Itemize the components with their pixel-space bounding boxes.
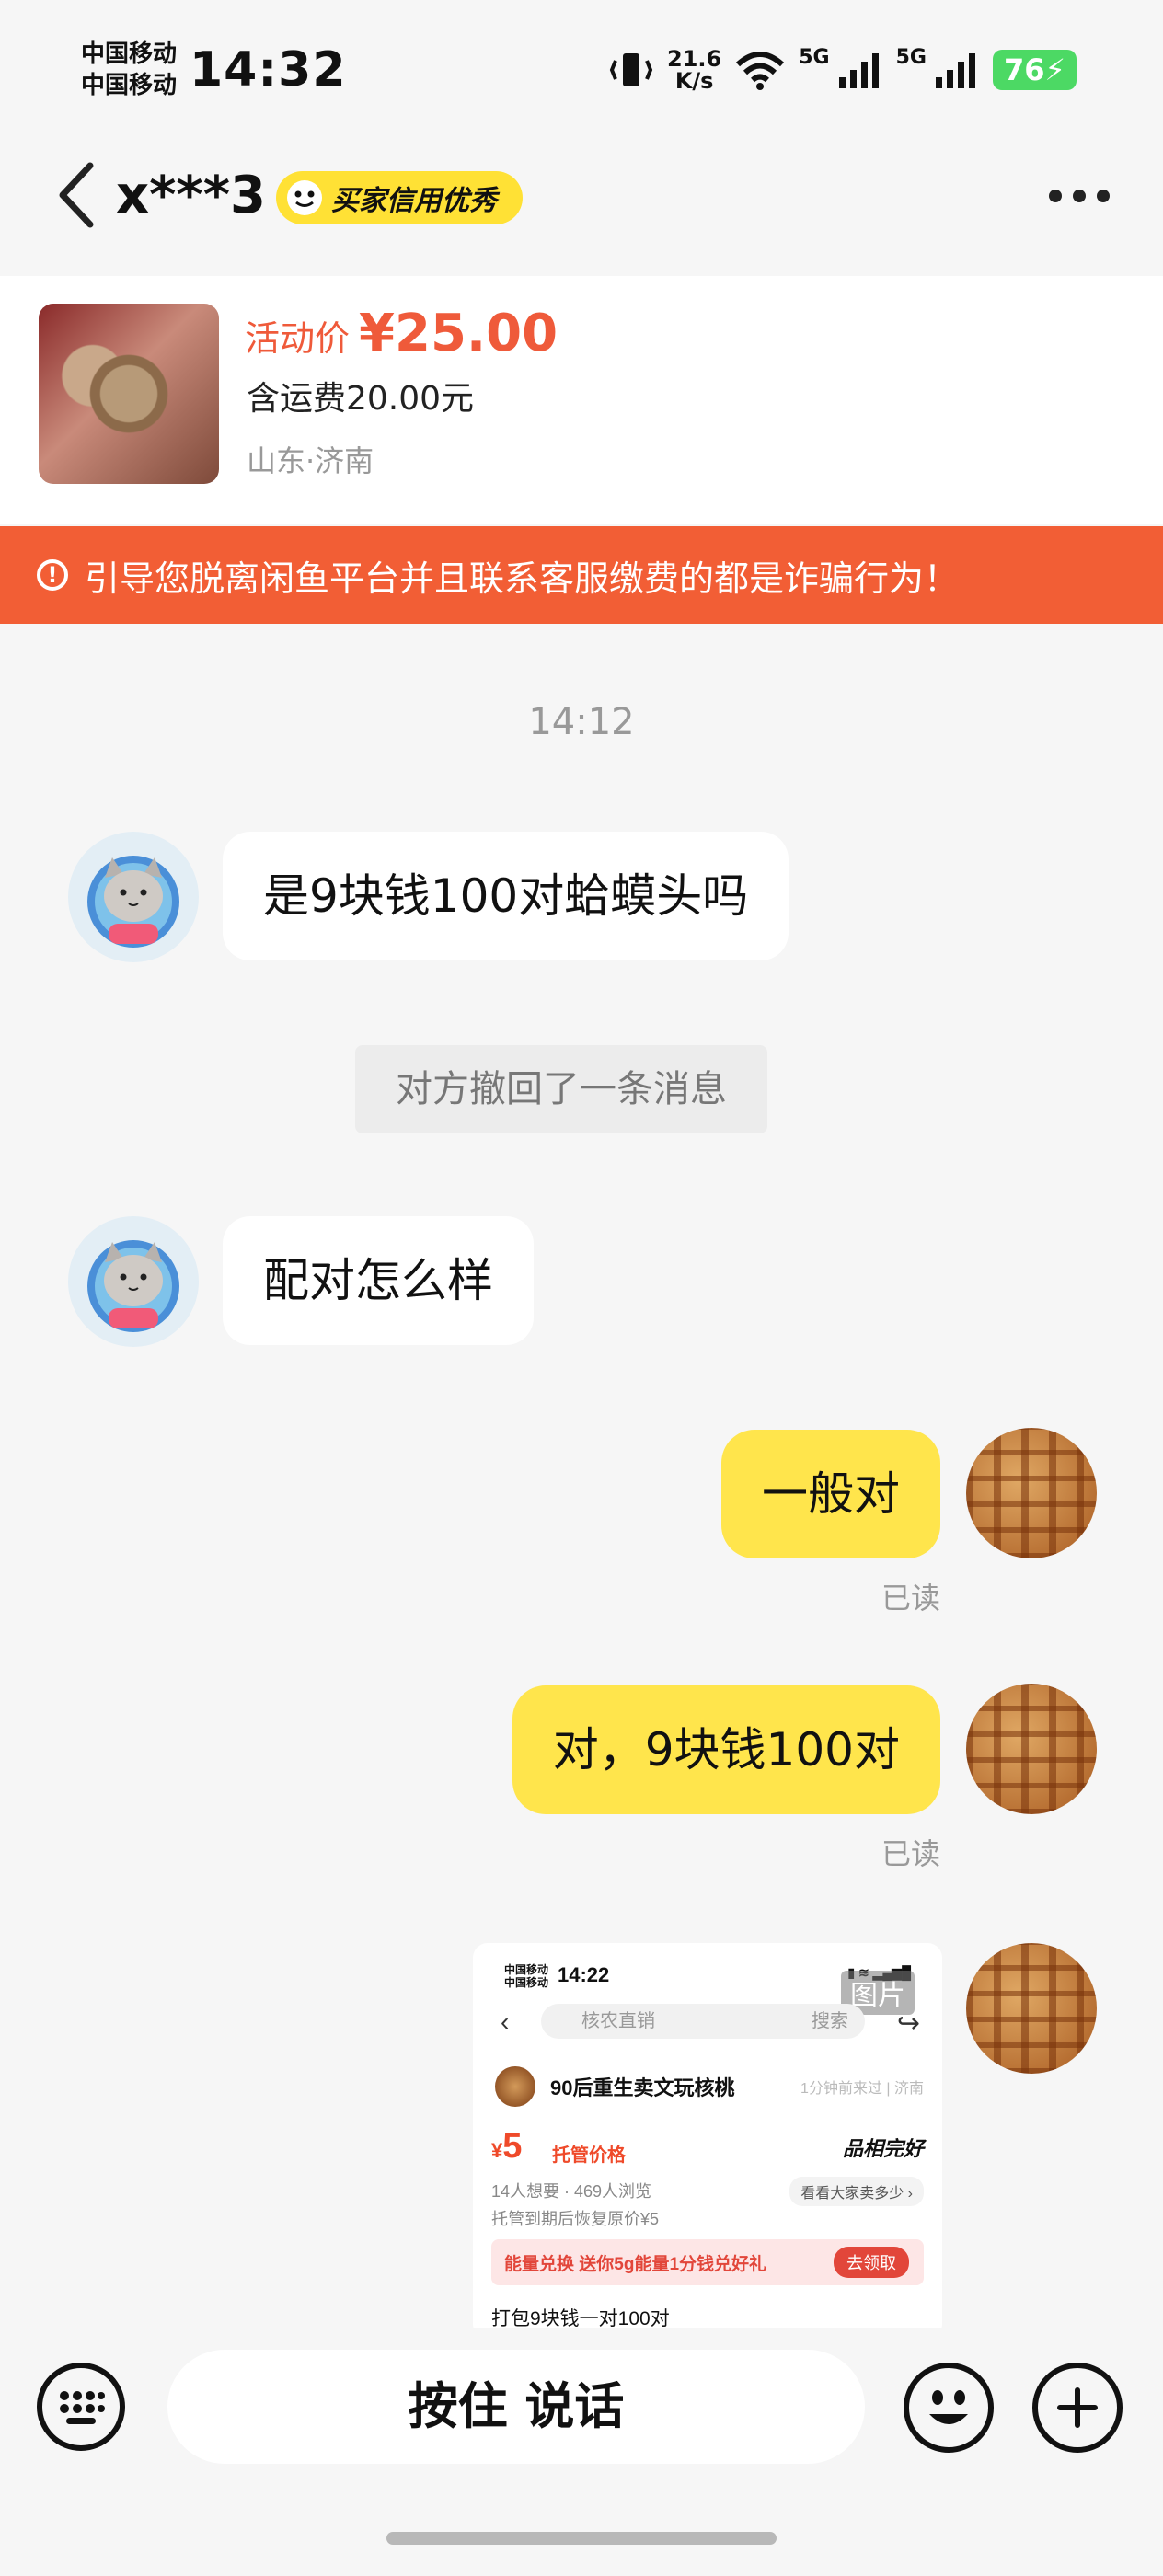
shot-time: 14:22 <box>558 1963 610 1986</box>
signal-1-icon <box>838 53 879 88</box>
fraud-warning-text: 引导您脱离闲鱼平台并且联系客服缴费的都是诈骗行为！ <box>85 558 960 599</box>
partner-avatar[interactable] <box>68 832 199 962</box>
chat-timestamp: 14:12 <box>528 701 635 743</box>
shot-promo-text: 能量兑换 送你5g能量1分钱兑好礼 <box>504 2255 767 2274</box>
emoji-button[interactable] <box>904 2363 994 2453</box>
plus-icon <box>1057 2387 1098 2428</box>
shot-share-icon: ↪ <box>896 2008 920 2039</box>
shot-back-icon: ‹ <box>501 2007 510 2036</box>
status-icons: 21.6 K/s 5G 5G 76⚡ <box>608 42 1077 98</box>
shot-search-button: 搜索 <box>812 2011 848 2031</box>
battery-level: 76 <box>1004 52 1045 87</box>
shipping-info: 含运费20.00元 <box>247 380 475 418</box>
vibrate-icon <box>609 53 653 86</box>
read-receipt: 已读 <box>881 1836 940 1871</box>
shot-shop-name: 90后重生卖文玩核桃 <box>550 2076 735 2099</box>
price-label: 活动价 <box>245 318 351 359</box>
battery-indicator: 76⚡ <box>993 50 1077 90</box>
credit-badge-label: 买家信用优秀 <box>331 185 497 217</box>
shot-price: ¥5 <box>491 2127 523 2166</box>
product-image[interactable] <box>39 304 219 484</box>
keyboard-toggle-button[interactable] <box>37 2363 125 2451</box>
carrier-1: 中国移动 <box>81 40 178 68</box>
recalled-message-notice: 对方撤回了一条消息 <box>355 1045 767 1133</box>
read-receipt: 已读 <box>881 1581 940 1616</box>
my-avatar[interactable] <box>966 1684 1097 1814</box>
back-arrow-icon[interactable] <box>53 158 99 232</box>
more-options-icon[interactable] <box>1049 190 1110 202</box>
shot-promo-button: 去领取 <box>834 2247 909 2278</box>
shot-carriers: 中国移动 中国移动 <box>504 1963 549 1989</box>
shot-shop-avatar <box>495 2066 535 2107</box>
keyboard-icon <box>60 2391 105 2424</box>
wifi-icon <box>736 52 785 90</box>
shot-shop-meta: 1分钟前来过 | 济南 <box>800 2081 924 2097</box>
carrier-2: 中国移动 <box>81 72 178 99</box>
signal-2-icon <box>936 53 975 88</box>
product-price-line: 活动价 ¥25.00 <box>245 304 558 363</box>
charging-icon: ⚡ <box>1044 52 1065 87</box>
price-value: ¥25.00 <box>359 304 558 363</box>
signal-2-label: 5G <box>895 45 927 69</box>
partner-avatar[interactable] <box>68 1216 199 1347</box>
credit-badge[interactable]: 买家信用优秀 <box>276 171 523 224</box>
more-actions-button[interactable] <box>1032 2363 1123 2453</box>
status-carriers: 中国移动 中国移动 <box>81 39 177 101</box>
emoji-icon <box>929 2390 968 2424</box>
signal-1-label: 5G <box>799 45 830 69</box>
home-indicator[interactable] <box>386 2532 777 2545</box>
chat-partner-name[interactable]: x***3 <box>116 161 266 231</box>
shot-restore-note: 托管到期后恢复原价¥5 <box>491 2210 660 2228</box>
hold-to-talk-button[interactable]: 按住 说话 <box>167 2350 865 2464</box>
shot-views: 14人想要 · 469人浏览 <box>491 2182 652 2201</box>
my-avatar[interactable] <box>966 1943 1097 2074</box>
shot-compare-button: 看看大家卖多少 › <box>789 2177 924 2206</box>
product-location: 山东·济南 <box>247 443 374 478</box>
message-bubble-outgoing[interactable]: 对，9块钱100对 <box>512 1685 940 1814</box>
message-bubble-outgoing[interactable]: 一般对 <box>721 1430 940 1558</box>
fraud-warning-banner: ! 引导您脱离闲鱼平台并且联系客服缴费的都是诈骗行为！ <box>0 526 1163 624</box>
my-avatar[interactable] <box>966 1428 1097 1558</box>
warning-icon: ! <box>37 559 68 591</box>
status-time: 14:32 <box>190 42 347 98</box>
shot-quality-tag: 品相完好 <box>842 2137 924 2160</box>
shot-price-tag: 托管价格 <box>552 2145 626 2166</box>
message-bubble-incoming[interactable]: 是9块钱100对蛤蟆头吗 <box>223 832 789 960</box>
smiley-face-icon <box>285 178 324 217</box>
image-message[interactable]: 中国移动 中国移动 14:22 ▮ ≋ ▂▄▆█ 图片 ‹ 核农直销 搜索 ↪ … <box>473 1943 942 2339</box>
message-bubble-incoming[interactable]: 配对怎么样 <box>223 1216 534 1345</box>
net-speed: 21.6 K/s <box>667 46 722 94</box>
